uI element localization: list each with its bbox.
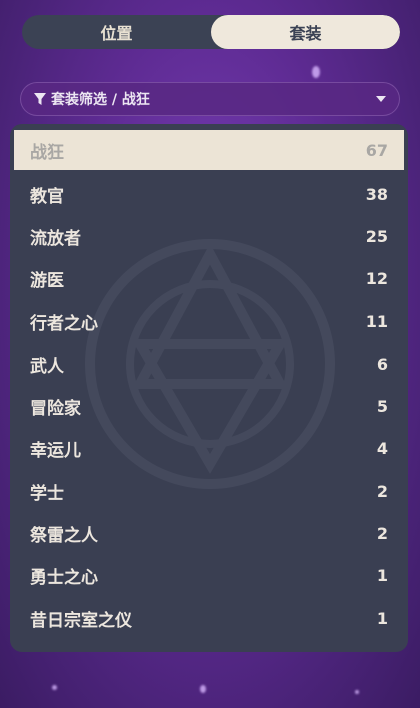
caret-down-icon [375, 94, 387, 104]
set-list-panel: 战狂 67 教官 38 流放者 25 游医 12 行者之心 11 武人 6 冒险… [10, 124, 408, 652]
set-name: 战狂 [30, 142, 64, 163]
set-name: 勇士之心 [30, 567, 98, 588]
list-item-set[interactable]: 幸运儿 4 [14, 428, 404, 468]
set-name: 流放者 [30, 228, 81, 249]
list-item-set[interactable]: 武人 6 [14, 344, 404, 384]
background-sparkle [355, 690, 359, 694]
list-item-set[interactable]: 战狂 67 [14, 130, 404, 170]
set-count: 2 [376, 481, 388, 501]
list-item-set[interactable]: 祭雷之人 2 [14, 513, 404, 553]
background-sparkle [200, 685, 206, 693]
set-count: 67 [365, 140, 388, 160]
set-name: 武人 [30, 356, 64, 377]
filter-icon [33, 91, 47, 107]
set-name: 冒险家 [30, 398, 81, 419]
set-count: 38 [365, 184, 388, 204]
set-count: 1 [376, 608, 388, 628]
list-item-set[interactable]: 学士 2 [14, 471, 404, 511]
set-count: 12 [365, 268, 388, 288]
set-name: 游医 [30, 270, 64, 291]
tab-set[interactable]: 套装 [211, 15, 400, 49]
set-name: 学士 [30, 483, 64, 504]
list-item-set[interactable]: 行者之心 11 [14, 301, 404, 341]
background-sparkle [312, 66, 320, 78]
list-item-set[interactable]: 冒险家 5 [14, 386, 404, 426]
set-count: 6 [376, 354, 388, 374]
category-tabs: 位置 套装 [22, 15, 400, 49]
list-item-set[interactable]: 游医 12 [14, 258, 404, 298]
list-item-set[interactable]: 勇士之心 1 [14, 555, 404, 595]
set-count: 2 [376, 523, 388, 543]
list-item-set[interactable]: 昔日宗室之仪 1 [14, 598, 404, 638]
set-name: 行者之心 [30, 313, 98, 334]
set-filter-dropdown[interactable]: 套装筛选 / 战狂 [20, 82, 400, 116]
set-name: 祭雷之人 [30, 525, 98, 546]
tab-position[interactable]: 位置 [22, 15, 211, 49]
set-count: 4 [376, 438, 388, 458]
list-item-set[interactable]: 教官 38 [14, 174, 404, 214]
filter-label: 套装筛选 / 战狂 [51, 92, 150, 108]
set-count: 11 [365, 311, 388, 331]
set-count: 1 [376, 565, 388, 585]
set-name: 教官 [30, 186, 64, 207]
set-count: 25 [365, 226, 388, 246]
background-sparkle [52, 685, 57, 690]
set-name: 昔日宗室之仪 [30, 610, 132, 631]
list-item-set[interactable]: 流放者 25 [14, 216, 404, 256]
set-count: 5 [376, 396, 388, 416]
set-name: 幸运儿 [30, 440, 81, 461]
